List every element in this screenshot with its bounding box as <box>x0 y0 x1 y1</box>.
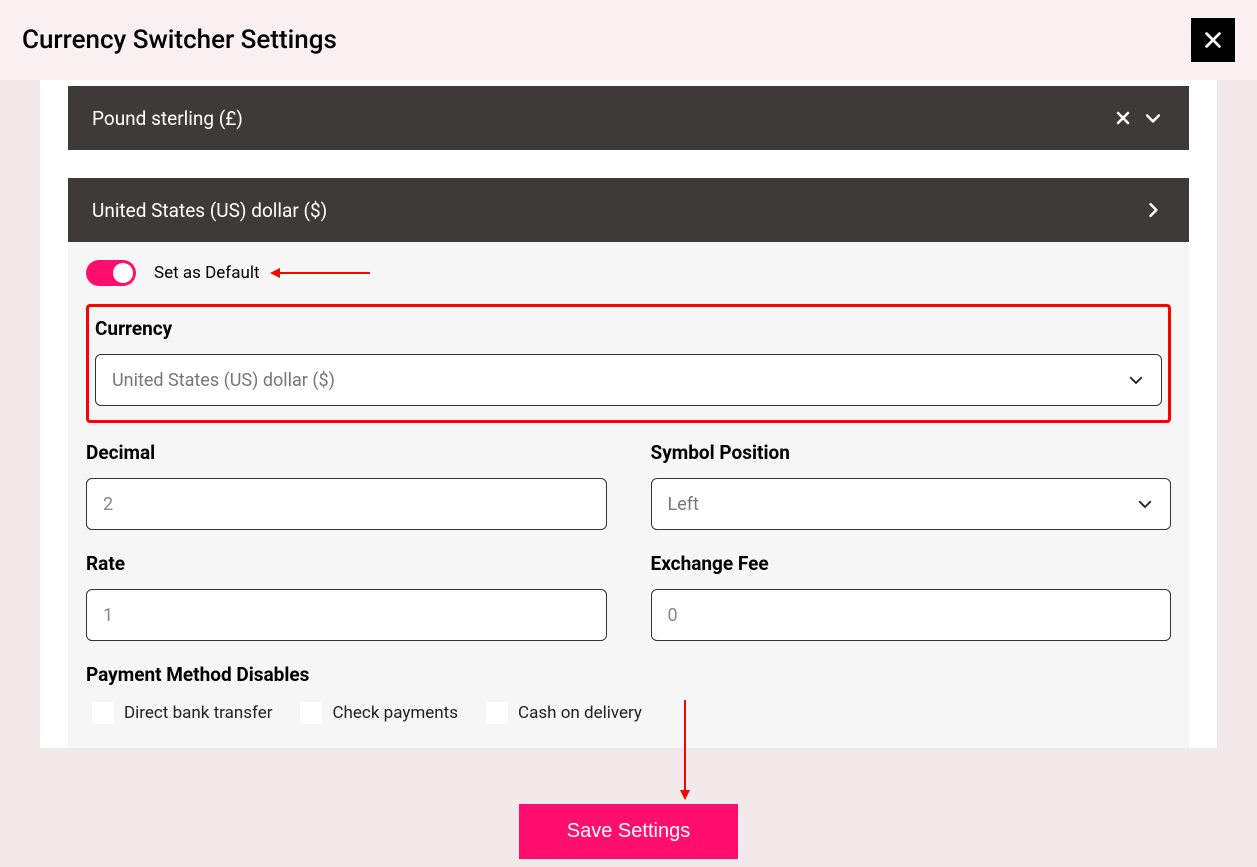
close-icon <box>1113 108 1133 128</box>
pm-label: Check payments <box>332 703 458 723</box>
currency-field-highlight: Currency United States (US) dollar ($) <box>86 304 1171 423</box>
close-button[interactable] <box>1191 18 1235 62</box>
currency-label: Pound sterling (£) <box>92 107 243 130</box>
exchange-fee-label: Exchange Fee <box>651 552 1172 575</box>
checkbox[interactable] <box>300 702 322 724</box>
pm-cash-on-delivery[interactable]: Cash on delivery <box>486 702 642 724</box>
pm-label: Direct bank transfer <box>124 703 272 723</box>
currency-row-expanded-header[interactable]: United States (US) dollar ($) <box>68 178 1189 242</box>
set-default-label: Set as Default <box>154 263 260 283</box>
currency-row-collapsed[interactable]: Pound sterling (£) <box>68 86 1189 150</box>
chevron-down-icon <box>1127 371 1145 389</box>
exchange-fee-input[interactable]: 0 <box>651 589 1172 641</box>
checkbox[interactable] <box>92 702 114 724</box>
rate-input[interactable]: 1 <box>86 589 607 641</box>
settings-panel: Pound sterling (£) United States (US) do… <box>40 80 1217 748</box>
decimal-symbol-row: Decimal 2 Symbol Position Left <box>86 441 1171 530</box>
annotation-arrow-left <box>270 268 370 278</box>
currency-details: Set as Default Currency United States (U… <box>68 242 1189 748</box>
pm-direct-bank[interactable]: Direct bank transfer <box>92 702 272 724</box>
currency-select-value: United States (US) dollar ($) <box>112 370 335 391</box>
payment-method-options: Direct bank transfer Check payments Cash… <box>86 702 1171 724</box>
symbol-position-label: Symbol Position <box>651 441 1172 464</box>
decimal-input[interactable]: 2 <box>86 478 607 530</box>
currency-label: United States (US) dollar ($) <box>92 199 327 222</box>
pm-check-payments[interactable]: Check payments <box>300 702 458 724</box>
rate-fee-row: Rate 1 Exchange Fee 0 <box>86 552 1171 641</box>
save-settings-button[interactable]: Save Settings <box>519 804 738 859</box>
annotation-arrow-down <box>680 700 690 800</box>
chevron-down-icon <box>1136 495 1154 513</box>
currency-field-label: Currency <box>95 317 1162 340</box>
decimal-value: 2 <box>103 494 113 515</box>
currency-select[interactable]: United States (US) dollar ($) <box>95 354 1162 406</box>
remove-currency-button[interactable] <box>1111 106 1135 130</box>
chevron-down-icon <box>1143 108 1163 128</box>
modal-title: Currency Switcher Settings <box>22 25 337 55</box>
pm-label: Cash on delivery <box>518 703 642 723</box>
rate-value: 1 <box>103 605 113 626</box>
collapse-currency-button[interactable] <box>1141 198 1165 222</box>
save-row: Save Settings <box>0 804 1257 859</box>
decimal-label: Decimal <box>86 441 607 464</box>
chevron-right-icon <box>1143 200 1163 220</box>
toggle-knob <box>113 263 133 283</box>
payment-method-section: Payment Method Disables Direct bank tran… <box>86 663 1171 724</box>
checkbox[interactable] <box>486 702 508 724</box>
expand-currency-button[interactable] <box>1141 106 1165 130</box>
modal-header: Currency Switcher Settings <box>0 0 1257 80</box>
set-default-toggle[interactable] <box>86 260 136 286</box>
symbol-position-value: Left <box>668 494 699 515</box>
rate-label: Rate <box>86 552 607 575</box>
close-icon <box>1202 29 1224 51</box>
payment-method-label: Payment Method Disables <box>86 663 1171 686</box>
exchange-fee-value: 0 <box>668 605 678 626</box>
set-default-row: Set as Default <box>86 260 1171 286</box>
symbol-position-select[interactable]: Left <box>651 478 1172 530</box>
